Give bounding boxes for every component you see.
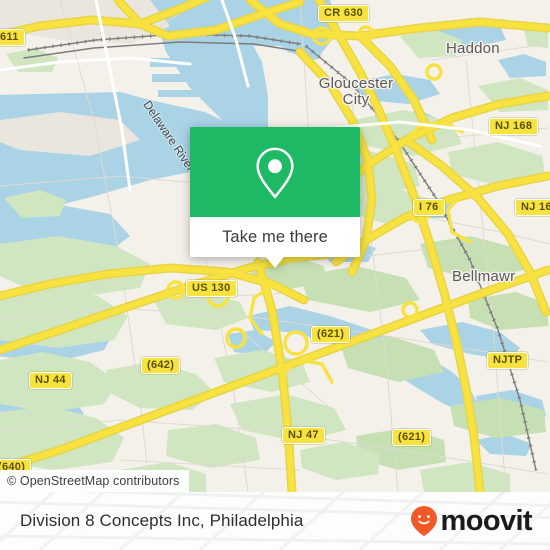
map-viewport[interactable]: .land{fill:#f4f1ea} .water{fill:#aad3e6}…	[0, 0, 550, 492]
shield-nj-168-north[interactable]: NJ 168	[489, 118, 539, 135]
moovit-wordmark: moovit	[440, 504, 533, 537]
shield-i-76[interactable]: I 76	[413, 199, 445, 216]
shield-621-south[interactable]: (621)	[392, 429, 432, 446]
shield-njtp[interactable]: NJTP	[487, 352, 529, 369]
shield-nj-47[interactable]: NJ 47	[282, 427, 325, 444]
shield-cr-630[interactable]: CR 630	[318, 5, 370, 22]
take-me-there-label: Take me there	[222, 227, 328, 246]
shield-642[interactable]: (642)	[141, 357, 181, 374]
shield-us-130[interactable]: US 130	[186, 280, 237, 297]
shield-nj-168-east[interactable]: NJ 168	[515, 199, 550, 216]
map-pin-icon	[256, 147, 294, 199]
location-popup-card[interactable]: Take me there	[190, 127, 360, 268]
page-title: Division 8 Concepts Inc, Philadelphia	[20, 511, 304, 530]
moovit-map-screen: .land{fill:#f4f1ea} .water{fill:#aad3e6}…	[0, 0, 550, 550]
popup-pointer-tail	[266, 257, 284, 268]
shield-621-north[interactable]: (621)	[311, 326, 351, 343]
popup-image-area	[190, 127, 360, 217]
moovit-brand[interactable]: moovit	[410, 504, 533, 537]
shield-611[interactable]: 611	[0, 29, 25, 46]
popup-action-bar[interactable]: Take me there	[190, 217, 360, 268]
moovit-pin-smiley-icon	[410, 506, 437, 536]
shield-nj-44[interactable]: NJ 44	[29, 372, 72, 389]
footer-bar: Division 8 Concepts Inc, Philadelphia mo…	[0, 492, 550, 550]
osm-attribution-text: © OpenStreetMap contributors	[7, 474, 180, 488]
osm-attribution[interactable]: © OpenStreetMap contributors	[0, 470, 189, 492]
